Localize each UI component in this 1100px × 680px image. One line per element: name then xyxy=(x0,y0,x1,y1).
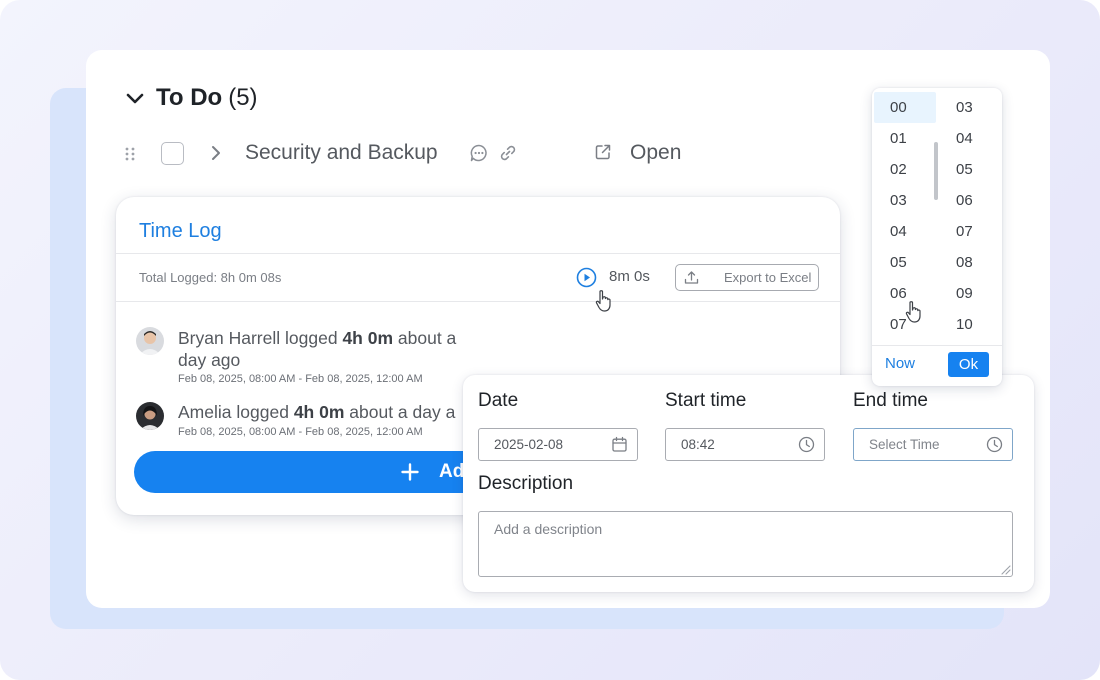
start-time-value: 08:42 xyxy=(681,437,715,452)
task-status[interactable]: Open xyxy=(630,141,681,165)
log-time-range: Feb 08, 2025, 08:00 AM - Feb 08, 2025, 1… xyxy=(178,426,423,438)
clock-icon[interactable] xyxy=(986,436,1003,453)
log-verb: logged xyxy=(285,328,338,348)
start-time-label: Start time xyxy=(665,390,747,411)
task-name[interactable]: Security and Backup xyxy=(245,141,438,165)
export-to-excel-button[interactable]: Export to Excel xyxy=(675,264,819,291)
end-time-label: End time xyxy=(853,390,928,411)
date-field[interactable]: 2025-02-08 xyxy=(478,428,638,461)
log-user: Amelia xyxy=(178,402,232,422)
link-icon[interactable] xyxy=(498,143,518,163)
total-logged-text: Total Logged: 8h 0m 08s xyxy=(139,270,282,285)
minute-option[interactable]: 10 xyxy=(940,309,1002,340)
group-header-todo[interactable]: To Do (5) xyxy=(124,84,258,112)
time-entry-form: Date Start time End time 2025-02-08 08:4… xyxy=(463,375,1034,592)
export-label: Export to Excel xyxy=(724,270,812,285)
log-duration: 4h 0m xyxy=(293,402,345,422)
description-label: Description xyxy=(478,473,574,494)
hour-option[interactable]: 04 xyxy=(874,216,936,247)
hour-option[interactable]: 01 xyxy=(874,123,936,154)
end-time-placeholder: Select Time xyxy=(869,437,940,452)
resize-grip-icon[interactable] xyxy=(999,563,1011,575)
clock-icon[interactable] xyxy=(798,436,815,453)
log-when-cont: day ago xyxy=(178,350,241,370)
end-time-field[interactable]: Select Time xyxy=(853,428,1013,461)
group-count: (5) xyxy=(228,84,258,111)
chevron-down-icon[interactable] xyxy=(124,87,146,109)
log-when: about a day a xyxy=(349,402,456,422)
minute-option[interactable]: 03 xyxy=(940,92,1002,123)
hour-option[interactable]: 05 xyxy=(874,247,936,278)
log-duration: 4h 0m xyxy=(342,328,394,348)
log-description: Amelia logged 4h 0m about a day a xyxy=(178,401,478,423)
minute-option[interactable]: 08 xyxy=(940,247,1002,278)
time-picker-dropdown: 00 01 02 03 04 05 06 07 03 04 05 06 07 0… xyxy=(872,88,1002,386)
calendar-icon[interactable] xyxy=(611,436,628,453)
start-time-field[interactable]: 08:42 xyxy=(665,428,825,461)
minute-column[interactable]: 03 04 05 06 07 08 09 10 xyxy=(940,92,1002,340)
play-icon[interactable] xyxy=(576,267,597,288)
pointer-cursor-icon xyxy=(595,290,611,312)
task-row[interactable]: Security and Backup Open xyxy=(120,138,700,170)
hour-option[interactable]: 02 xyxy=(874,154,936,185)
divider xyxy=(116,301,840,302)
chevron-right-icon[interactable] xyxy=(206,143,226,163)
now-button[interactable]: Now xyxy=(885,355,915,372)
description-placeholder: Add a description xyxy=(494,521,603,537)
divider xyxy=(116,253,840,254)
hour-option[interactable]: 03 xyxy=(874,185,936,216)
drag-handle-icon[interactable] xyxy=(120,144,140,164)
pointer-cursor-icon xyxy=(905,301,921,323)
hour-option[interactable]: 00 xyxy=(874,92,936,123)
upload-icon xyxy=(684,271,699,284)
date-value: 2025-02-08 xyxy=(494,437,564,452)
hour-scrollbar[interactable] xyxy=(934,142,938,200)
date-label: Date xyxy=(478,390,519,411)
minute-option[interactable]: 04 xyxy=(940,123,1002,154)
log-description: Bryan Harrell logged 4h 0m about a day a… xyxy=(178,327,478,371)
avatar xyxy=(136,402,164,430)
time-log-title: Time Log xyxy=(139,220,222,242)
external-link-icon[interactable] xyxy=(594,143,612,161)
minute-option[interactable]: 09 xyxy=(940,278,1002,309)
group-title: To Do xyxy=(156,84,223,111)
avatar xyxy=(136,327,164,355)
task-checkbox[interactable] xyxy=(161,142,184,165)
comment-icon[interactable] xyxy=(469,143,489,163)
ok-button[interactable]: Ok xyxy=(948,352,989,377)
minute-option[interactable]: 05 xyxy=(940,154,1002,185)
log-user: Bryan Harrell xyxy=(178,328,281,348)
log-verb: logged xyxy=(236,402,289,422)
divider xyxy=(872,345,1002,346)
log-time-range: Feb 08, 2025, 08:00 AM - Feb 08, 2025, 1… xyxy=(178,373,423,385)
description-textarea[interactable]: Add a description xyxy=(478,511,1013,577)
timer-value: 8m 0s xyxy=(609,268,650,285)
plus-icon xyxy=(401,463,419,481)
minute-option[interactable]: 06 xyxy=(940,185,1002,216)
minute-option[interactable]: 07 xyxy=(940,216,1002,247)
log-when: about a xyxy=(397,328,457,348)
add-button-label: Ad xyxy=(439,461,465,482)
